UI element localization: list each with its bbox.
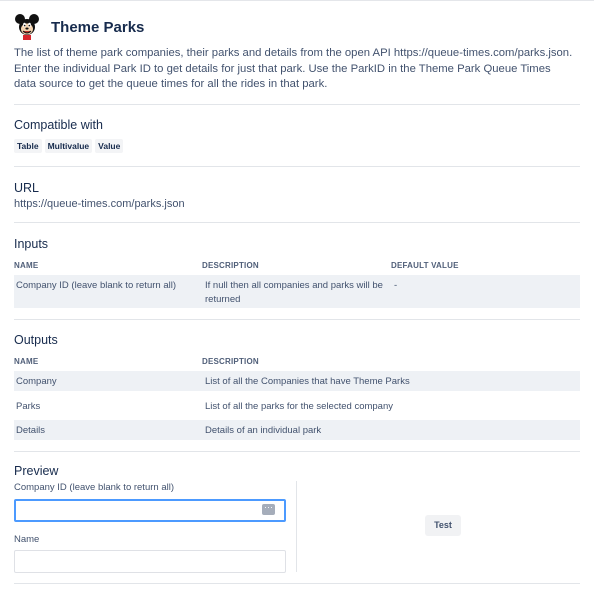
compatible-chips: Table Multivalue Value [14, 139, 124, 153]
outputs-header-name: NAME [14, 357, 39, 366]
top-border [0, 0, 594, 4]
url-value: https://queue-times.com/parks.json [14, 198, 185, 210]
table-row: Company ID (leave blank to return all) I… [14, 275, 580, 308]
input-row-description-line1: If null then all companies and parks wil… [205, 280, 383, 291]
url-title: URL [14, 181, 40, 195]
output-row-description: List of all the Companies that have Them… [205, 376, 410, 387]
test-button[interactable]: Test [425, 515, 461, 536]
divider [14, 222, 580, 223]
mickey-mouse-icon [15, 14, 39, 40]
inputs-title: Inputs [14, 237, 49, 251]
table-row: Parks List of all the parks for the sele… [14, 396, 580, 416]
chip-value: Value [95, 139, 124, 153]
outputs-header-description: DESCRIPTION [202, 357, 259, 366]
preview-separator [296, 481, 297, 572]
output-row-name: Details [16, 425, 46, 436]
output-row-description: List of all the parks for the selected c… [205, 401, 393, 412]
table-row: Details Details of an individual park [14, 420, 580, 440]
compatible-title: Compatible with [14, 118, 103, 132]
description-text: The list of theme park companies, their … [14, 47, 573, 91]
input-row-default: - [394, 280, 398, 291]
chip-table: Table [14, 139, 42, 153]
outputs-title: Outputs [14, 333, 58, 347]
inputs-header-name: NAME [14, 261, 39, 270]
divider [14, 166, 580, 167]
page-header: Theme Parks [14, 13, 144, 41]
output-row-name: Company [16, 376, 57, 387]
divider [14, 451, 580, 452]
chip-multivalue: Multivalue [44, 139, 93, 153]
inputs-header-description: DESCRIPTION [202, 261, 259, 270]
company-id-input[interactable]: ··· [14, 499, 286, 522]
input-row-name: Company ID (leave blank to return all) [16, 280, 176, 291]
preview-title: Preview [14, 464, 59, 478]
divider [14, 583, 580, 584]
more-options-icon[interactable]: ··· [262, 503, 275, 515]
output-row-name: Parks [16, 401, 41, 412]
table-row: Company List of all the Companies that h… [14, 371, 580, 391]
input-row-description-line2: returned [205, 294, 241, 305]
name-input[interactable] [14, 550, 286, 573]
divider [14, 104, 580, 105]
output-row-description: Details of an individual park [205, 425, 322, 436]
company-id-label: Company ID (leave blank to return all) [14, 482, 174, 493]
name-label: Name [14, 534, 40, 545]
inputs-header-default: DEFAULT VALUE [391, 261, 459, 270]
page-title: Theme Parks [51, 18, 145, 36]
divider [14, 319, 580, 320]
